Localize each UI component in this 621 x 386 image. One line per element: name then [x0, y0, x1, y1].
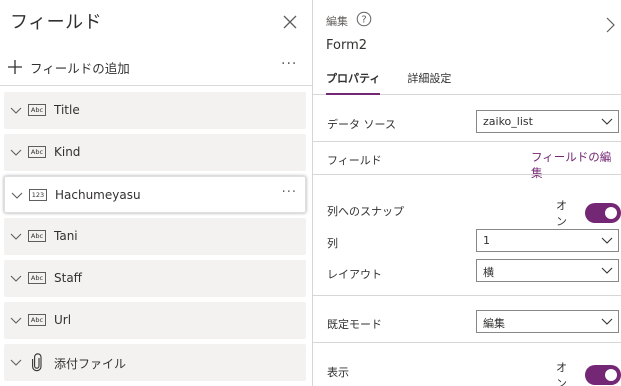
chevron-down-icon [601, 318, 613, 325]
field-item-staff[interactable]: Abc Staff [4, 260, 306, 297]
columns-label: 列 [327, 237, 338, 250]
chevron-down-icon [601, 267, 613, 274]
datasource-select[interactable]: zaiko_list [476, 110, 619, 133]
field-name: Url [54, 313, 72, 327]
snap-label: 列へのスナップ [327, 205, 404, 218]
divider [313, 295, 621, 296]
columns-select[interactable]: 1 [476, 229, 619, 252]
field-name: 添付ファイル [54, 357, 127, 371]
field-item-kind[interactable]: Abc Kind [4, 134, 306, 171]
close-icon[interactable] [279, 11, 301, 33]
layout-select[interactable]: 横 [476, 259, 619, 282]
fields-pane-title: フィールド [10, 12, 103, 33]
snap-state: オン [556, 199, 567, 228]
svg-text:?: ? [361, 15, 366, 26]
add-field-button[interactable]: フィールドの追加 [6, 55, 130, 79]
visible-toggle-group: オン [556, 359, 621, 386]
more-options-icon[interactable]: ··· [281, 56, 297, 72]
add-field-label: フィールドの追加 [30, 60, 130, 76]
text-field-icon: Abc [28, 272, 46, 284]
field-name: Staff [54, 271, 82, 285]
field-item-url[interactable]: Abc Url [4, 302, 306, 339]
divider [313, 174, 621, 175]
text-field-icon: Abc [28, 314, 46, 326]
text-field-icon: Abc [28, 230, 46, 242]
layout-value: 横 [483, 266, 494, 279]
visible-state: オン [556, 361, 567, 386]
properties-pane: 編集 ? Form2 プロパティ 詳細設定 データ ソース zaiko_list… [313, 0, 621, 386]
chevron-down-icon[interactable] [10, 272, 22, 284]
paperclip-icon [32, 353, 42, 372]
field-name: Hachumeyasu [55, 188, 141, 202]
fields-pane: フィールド フィールドの追加 ··· Abc Title Abc Kind 12… [0, 0, 313, 386]
chevron-down-icon[interactable] [10, 230, 22, 242]
chevron-down-icon[interactable] [10, 104, 22, 116]
properties-header: 編集 ? Form2 プロパティ 詳細設定 [313, 0, 621, 95]
plus-icon [8, 60, 22, 74]
field-item-hachumeyasu[interactable]: 123 Hachumeyasu ··· [4, 176, 306, 213]
default-mode-select[interactable]: 編集 [476, 310, 619, 333]
field-name: Tani [54, 229, 78, 243]
chevron-down-icon[interactable] [10, 146, 22, 158]
tab-properties[interactable]: プロパティ [326, 70, 381, 95]
edit-label: 編集 [326, 15, 348, 28]
help-icon[interactable]: ? [356, 11, 372, 27]
tab-advanced[interactable]: 詳細設定 [407, 70, 451, 95]
chevron-down-icon[interactable] [10, 314, 22, 326]
chevron-right-icon[interactable] [604, 16, 616, 34]
field-item-attachments[interactable]: 添付ファイル [4, 344, 306, 381]
fields-label: フィールド [327, 154, 382, 167]
field-name: Kind [54, 145, 81, 159]
layout-label: レイアウト [327, 268, 382, 281]
form-properties-panel: フィールド フィールドの追加 ··· Abc Title Abc Kind 12… [0, 0, 621, 386]
snap-toggle-group: オン [556, 197, 621, 229]
chevron-down-icon [601, 237, 613, 244]
visible-label: 表示 [327, 366, 349, 379]
fields-pane-header: フィールド [0, 0, 313, 44]
text-field-icon: Abc [28, 146, 46, 158]
divider [313, 342, 621, 343]
chevron-down-icon[interactable] [10, 356, 22, 368]
datasource-value: zaiko_list [483, 115, 533, 128]
number-field-icon: 123 [29, 189, 47, 201]
field-name: Title [54, 103, 80, 117]
divider [313, 141, 621, 142]
columns-value: 1 [483, 234, 490, 247]
properties-tabs: プロパティ 詳細設定 [326, 70, 478, 95]
field-item-title[interactable]: Abc Title [4, 92, 306, 129]
field-more-options-icon[interactable]: ··· [282, 185, 297, 200]
default-mode-value: 編集 [483, 317, 505, 330]
field-list: Abc Title Abc Kind 123 Hachumeyasu ··· A… [4, 92, 306, 386]
add-field-row: フィールドの追加 ··· [0, 50, 313, 86]
chevron-down-icon[interactable] [11, 189, 23, 201]
datasource-label: データ ソース [327, 118, 396, 131]
edit-fields-link[interactable]: フィールドの編集 [531, 149, 621, 181]
snap-toggle[interactable] [584, 203, 621, 223]
chevron-down-icon [601, 118, 613, 125]
default-mode-label: 既定モード [327, 318, 382, 331]
text-field-icon: Abc [28, 104, 46, 116]
form-name: Form2 [326, 38, 368, 53]
field-item-tani[interactable]: Abc Tani [4, 218, 306, 255]
visible-toggle[interactable] [584, 365, 621, 385]
